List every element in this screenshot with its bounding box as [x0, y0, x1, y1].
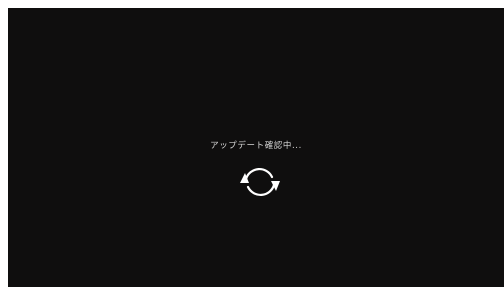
- refresh-arc-top: [244, 167, 274, 181]
- refresh-arrows-icon: [240, 167, 280, 197]
- update-check-screen: アップデート確認中...: [8, 8, 504, 287]
- refresh-arc-bottom: [246, 183, 276, 197]
- update-status-text: アップデート確認中...: [210, 141, 302, 151]
